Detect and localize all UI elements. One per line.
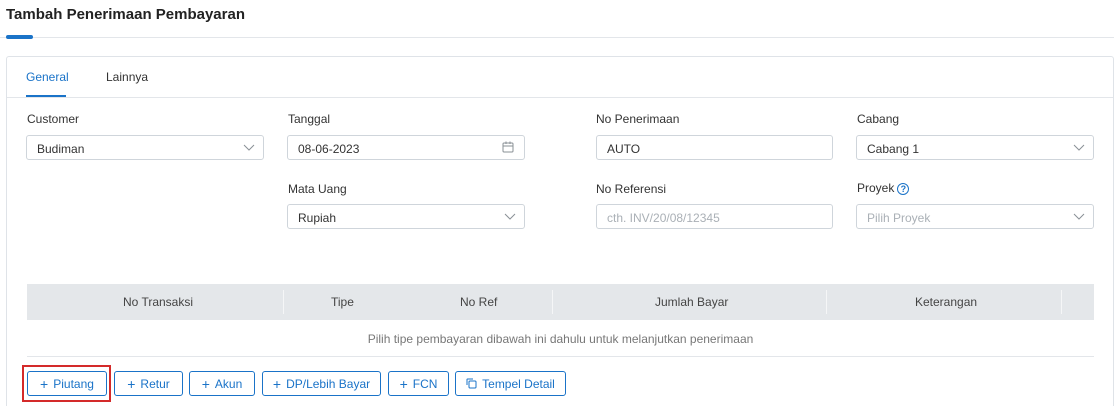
proyek-label: Proyek? [857,181,910,195]
fcn-label: FCN [412,376,438,391]
form-card: General Lainnya Customer Tanggal No Pene… [6,56,1114,406]
mata-uang-select[interactable]: Rupiah [287,204,525,229]
tab-general[interactable]: General [26,70,69,84]
chevron-down-icon [1073,213,1085,220]
proyek-select[interactable]: Pilih Proyek [856,204,1094,229]
tempel-detail-button[interactable]: Tempel Detail [455,371,566,396]
add-dp-lebih-bayar-button[interactable]: + DP/Lebih Bayar [262,371,381,396]
plus-icon: + [399,375,408,392]
column-tipe: Tipe [331,295,354,309]
proyek-label-text: Proyek [857,181,895,195]
no-penerimaan-value: AUTO [607,142,641,156]
tanggal-label: Tanggal [288,112,331,126]
active-tab-indicator [26,95,66,97]
column-no-ref: No Ref [460,295,498,309]
title-accent-bar [6,35,33,39]
column-jumlah-bayar: Jumlah Bayar [655,295,729,309]
column-no-transaksi: No Transaksi [123,295,194,309]
retur-label: Retur [140,376,170,391]
table-empty-message: Pilih tipe pembayaran dibawah ini dahulu… [367,332,754,346]
chevron-down-icon [504,213,516,220]
customer-value: Budiman [37,142,85,156]
page-title: Tambah Penerimaan Pembayaran [6,6,245,23]
dp-label: DP/Lebih Bayar [286,376,371,391]
chevron-down-icon [243,144,255,151]
column-separator [1061,290,1062,314]
plus-icon: + [127,375,136,392]
tab-lainnya[interactable]: Lainnya [106,70,148,84]
mata-uang-label: Mata Uang [288,182,347,196]
add-retur-button[interactable]: + Retur [114,371,183,396]
cabang-label: Cabang [857,112,900,126]
help-icon[interactable]: ? [897,183,910,195]
no-penerimaan-label: No Penerimaan [596,112,680,126]
copy-icon [466,378,477,389]
column-separator [552,290,553,314]
detail-table-header: No Transaksi Tipe No Ref Jumlah Bayar Ke… [27,284,1094,320]
no-referensi-placeholder: cth. INV/20/08/12345 [607,211,720,225]
column-separator [826,290,827,314]
cabang-select[interactable]: Cabang 1 [856,135,1094,160]
add-akun-button[interactable]: + Akun [189,371,255,396]
customer-label: Customer [27,112,80,126]
table-divider [27,356,1094,357]
proyek-placeholder: Pilih Proyek [867,211,931,225]
tanggal-date-input[interactable]: 08-06-2023 [287,135,525,160]
add-fcn-button[interactable]: + FCN [388,371,449,396]
tanggal-value: 08-06-2023 [298,142,360,156]
title-divider [0,37,1114,38]
calendar-icon[interactable] [502,141,514,153]
column-separator [283,290,284,314]
akun-label: Akun [214,376,243,391]
chevron-down-icon [1073,144,1085,151]
no-referensi-input[interactable]: cth. INV/20/08/12345 [596,204,833,229]
plus-icon: + [201,375,210,392]
plus-icon: + [272,375,282,392]
selection-highlight [22,365,111,402]
tempel-label: Tempel Detail [482,376,555,391]
customer-select[interactable]: Budiman [26,135,264,160]
no-penerimaan-input[interactable]: AUTO [596,135,833,160]
no-referensi-label: No Referensi [596,182,667,196]
column-keterangan: Keterangan [915,295,978,309]
mata-uang-value: Rupiah [298,211,337,225]
cabang-value: Cabang 1 [867,142,920,156]
tab-bar: General Lainnya [7,57,1113,98]
